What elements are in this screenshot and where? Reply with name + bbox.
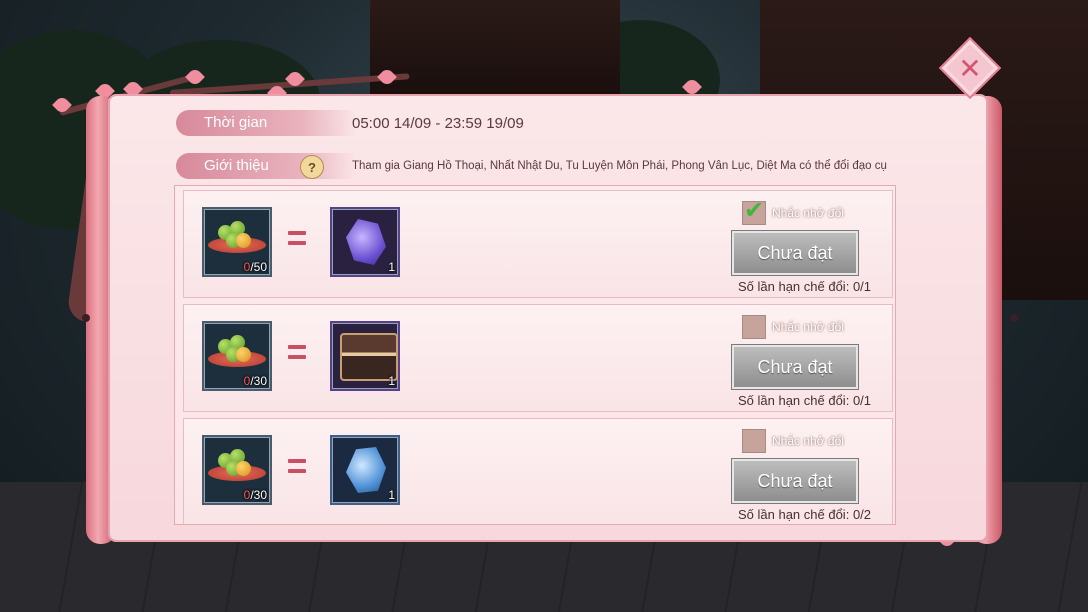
remind-toggle[interactable]: Nhắc nhở đổi [742, 196, 844, 225]
remind-label: Nhắc nhở đổi [772, 434, 844, 448]
remind-checkbox[interactable] [742, 196, 766, 225]
time-row: Thời gian 05:00 14/09 - 23:59 19/09 [110, 110, 986, 136]
exchange-row: 0/50 1 Nhắc nhở đổi Chưa đạt Số lần hạn … [183, 190, 893, 298]
reward-count: 1 [388, 374, 395, 388]
exchange-list[interactable]: 0/50 1 Nhắc nhở đổi Chưa đạt Số lần hạn … [174, 185, 896, 525]
remind-toggle[interactable]: Nhắc nhở đổi [742, 429, 844, 453]
equals-icon [288, 231, 306, 245]
exchange-limit: Số lần hạn chế đổi: 0/1 [738, 393, 872, 408]
intro-row: Giới thiệu ? Tham gia Giang Hồ Thoại, Nh… [110, 153, 986, 179]
reward-count: 1 [388, 488, 395, 502]
blue-gem-icon [346, 447, 386, 493]
reward-item-slot[interactable]: 1 [330, 207, 400, 277]
equals-icon [288, 459, 306, 473]
purple-gem-icon [346, 219, 386, 265]
exchange-limit: Số lần hạn chế đổi: 0/1 [738, 279, 872, 294]
cost-count: 0/30 [243, 488, 267, 502]
exchange-status-button[interactable]: Chưa đạt [732, 345, 858, 389]
exchange-status-button[interactable]: Chưa đạt [732, 459, 858, 503]
exchange-panel: Thời gian 05:00 14/09 - 23:59 19/09 Giới… [110, 96, 986, 540]
reward-item-slot[interactable]: 1 [330, 321, 400, 391]
cost-item-slot[interactable]: 0/50 [202, 207, 272, 277]
time-value: 05:00 14/09 - 23:59 19/09 [352, 114, 524, 132]
exchange-status-button[interactable]: Chưa đạt [732, 231, 858, 275]
close-icon: ✕ [958, 51, 982, 85]
exchange-row: 0/30 1 Nhắc nhở đổi Chưa đạt Số lần hạn … [183, 418, 893, 524]
remind-checkbox[interactable] [742, 429, 766, 453]
reward-item-slot[interactable]: 1 [330, 435, 400, 505]
cost-item-slot[interactable]: 0/30 [202, 321, 272, 391]
time-label: Thời gian [176, 110, 356, 136]
remind-label: Nhắc nhở đổi [772, 320, 844, 334]
cost-item-slot[interactable]: 0/30 [202, 435, 272, 505]
remind-label: Nhắc nhở đổi [772, 206, 844, 220]
remind-checkbox[interactable] [742, 315, 766, 339]
reward-count: 1 [388, 260, 395, 274]
intro-value: Tham gia Giang Hồ Thoại, Nhất Nhật Du, T… [352, 160, 887, 172]
remind-toggle[interactable]: Nhắc nhở đổi [742, 315, 844, 339]
background-pagoda [370, 0, 620, 95]
equals-icon [288, 345, 306, 359]
exchange-row: 0/30 1 Nhắc nhở đổi Chưa đạt Số lần hạn … [183, 304, 893, 412]
cost-count: 0/50 [243, 260, 267, 274]
help-icon[interactable]: ? [300, 155, 324, 179]
cost-count: 0/30 [243, 374, 267, 388]
intro-label: Giới thiệu [176, 153, 356, 179]
exchange-limit: Số lần hạn chế đổi: 0/2 [738, 507, 872, 522]
